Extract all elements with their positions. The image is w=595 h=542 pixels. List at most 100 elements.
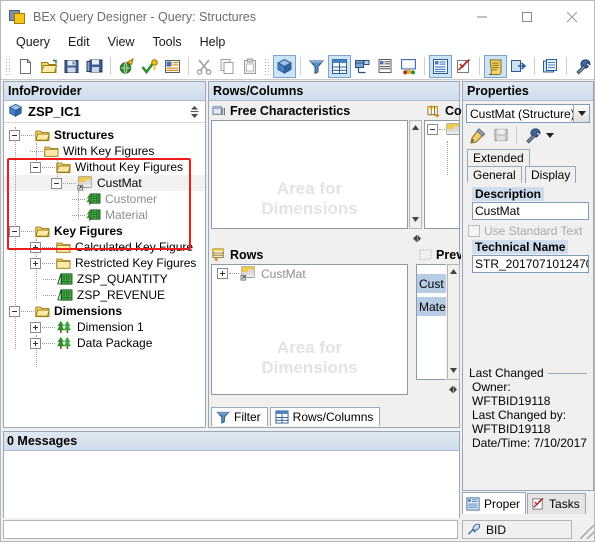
dimension-trees-icon xyxy=(56,336,73,350)
expander-icon[interactable] xyxy=(9,225,20,237)
expander-icon[interactable] xyxy=(51,177,62,189)
scissors-icon[interactable] xyxy=(193,55,216,78)
expander-icon[interactable] xyxy=(30,241,41,253)
rows-icon xyxy=(212,248,226,262)
preview-cell-customer[interactable]: Cust xyxy=(417,274,446,293)
documents-stack-icon[interactable] xyxy=(539,55,562,78)
rows-item-custmat[interactable]: CustMat xyxy=(212,265,407,282)
preview-hscroll[interactable] xyxy=(445,382,461,396)
tree-node-without-key-figures[interactable]: Without Key Figures xyxy=(4,159,205,175)
blue-cube-icon[interactable] xyxy=(273,54,296,78)
folder-icon xyxy=(56,257,71,270)
preview-scrollbar[interactable] xyxy=(447,264,460,380)
check-key-icon[interactable] xyxy=(138,55,161,78)
expander-icon[interactable] xyxy=(30,161,41,173)
save-disk-icon[interactable] xyxy=(490,125,511,145)
properties-panel-icon xyxy=(466,496,480,511)
tree-node-data-package[interactable]: Data Package xyxy=(4,335,205,351)
menu-item-help[interactable]: Help xyxy=(191,33,235,51)
columns-dropzone[interactable] xyxy=(424,120,460,229)
group-divider xyxy=(547,372,587,374)
scroll-down-icon[interactable] xyxy=(410,213,421,226)
monitor-preview-icon[interactable] xyxy=(397,55,420,78)
tab-display[interactable]: Display xyxy=(525,166,577,183)
free-characteristics-dropzone[interactable]: Area for Dimensions xyxy=(211,120,408,229)
technical-name-field[interactable]: STR_20170710124709 xyxy=(472,255,589,273)
tree-node-structures[interactable]: Structures xyxy=(4,127,205,143)
wrench-settings-icon[interactable] xyxy=(571,55,594,78)
where-used-arrow-icon[interactable] xyxy=(507,55,530,78)
properties-object-combo[interactable]: CustMat (Structure) xyxy=(466,104,590,123)
tree-node-calculated-key-figure[interactable]: Calculated Key Figure xyxy=(4,239,205,255)
funnel-filter-icon[interactable] xyxy=(305,55,328,78)
scroll-up-icon[interactable] xyxy=(410,121,421,134)
expander-icon[interactable] xyxy=(427,124,438,135)
properties-panel-icon[interactable] xyxy=(429,54,452,78)
toolbar-grip-2[interactable] xyxy=(263,56,270,76)
columns-item[interactable] xyxy=(425,121,459,138)
menu-item-query[interactable]: Query xyxy=(7,33,59,51)
expander-icon[interactable] xyxy=(30,257,41,269)
maximize-icon[interactable] xyxy=(504,1,549,32)
messages-scroll-icon[interactable] xyxy=(484,54,507,78)
updown-spinner-icon[interactable] xyxy=(188,104,201,119)
tab-general[interactable]: General xyxy=(467,166,522,183)
description-field[interactable]: CustMat xyxy=(472,202,589,220)
preview-dropzone[interactable]: Cust Mate xyxy=(416,264,446,380)
dock-tab-tasks[interactable]: Tasks xyxy=(527,493,586,514)
save-disk-icon[interactable] xyxy=(60,55,83,78)
tab-extended[interactable]: Extended xyxy=(467,149,530,166)
free-characteristics-hscroll[interactable] xyxy=(409,231,425,245)
columns-title: Columns xyxy=(424,102,464,120)
minimize-icon[interactable] xyxy=(459,1,504,32)
expander-icon[interactable] xyxy=(30,321,41,333)
rows-dropzone[interactable]: CustMat Area for Dimensions xyxy=(211,264,408,395)
menu-item-tools[interactable]: Tools xyxy=(143,33,190,51)
preview-cell-material[interactable]: Mate xyxy=(417,297,446,316)
properties-settings-caret-icon[interactable] xyxy=(545,124,554,147)
open-folder-icon[interactable] xyxy=(37,55,60,78)
tasks-checklist-icon[interactable] xyxy=(452,55,475,78)
wrench-settings-icon[interactable] xyxy=(522,125,543,145)
resize-grip-icon[interactable] xyxy=(580,525,594,539)
close-icon[interactable] xyxy=(549,1,594,32)
tree-node-zsp-quantity[interactable]: ZSP_QUANTITY xyxy=(4,271,205,287)
tree-node-material[interactable]: Material xyxy=(4,207,205,223)
chevron-down-icon[interactable] xyxy=(573,105,589,122)
tree-node-custmat[interactable]: CustMat xyxy=(4,175,205,191)
new-document-icon[interactable] xyxy=(14,55,37,78)
expander-icon[interactable] xyxy=(217,268,228,279)
copy-pages-icon[interactable] xyxy=(216,55,239,78)
tree-node-customer[interactable]: Customer xyxy=(4,191,205,207)
tree-node-zsp-revenue[interactable]: ZSP_REVENUE xyxy=(4,287,205,303)
expander-icon[interactable] xyxy=(9,129,20,141)
tree-node-restricted-key-figures[interactable]: Restricted Key Figures xyxy=(4,255,205,271)
scroll-down-icon[interactable] xyxy=(448,364,459,377)
tree-node-key-figures[interactable]: Key Figures xyxy=(4,223,205,239)
tab-rows-columns[interactable]: Rows/Columns xyxy=(269,407,381,426)
scroll-up-icon[interactable] xyxy=(448,265,459,278)
status-connection-cell[interactable]: BID xyxy=(462,520,572,539)
dock-tab-properties[interactable]: Proper xyxy=(462,492,527,514)
expander-icon[interactable] xyxy=(30,337,41,349)
menu-item-view[interactable]: View xyxy=(99,33,144,51)
free-characteristics-scrollbar[interactable] xyxy=(409,120,422,229)
menu-item-edit[interactable]: Edit xyxy=(59,33,99,51)
conditions-flag-icon[interactable] xyxy=(351,55,374,78)
exceptions-list-icon[interactable] xyxy=(374,55,397,78)
clipboard-paste-icon[interactable] xyxy=(239,55,262,78)
tree-node-dimensions[interactable]: Dimensions xyxy=(4,303,205,319)
tree-node-with-key-figures[interactable]: With Key Figures xyxy=(4,143,205,159)
tab-filter[interactable]: Filter xyxy=(211,407,268,426)
globe-arrow-icon[interactable] xyxy=(115,55,138,78)
use-standard-text-checkbox[interactable]: Use Standard Text xyxy=(468,224,593,238)
tree-node-dimension-1[interactable]: Dimension 1 xyxy=(4,319,205,335)
tab-display-label: Display xyxy=(531,168,571,182)
expander-icon[interactable] xyxy=(9,305,20,317)
rows-columns-grid-icon[interactable] xyxy=(328,54,351,78)
pencil-edit-icon[interactable] xyxy=(467,125,488,145)
save-as-disk-icon[interactable] xyxy=(83,55,106,78)
toolbar-grip[interactable] xyxy=(4,56,11,76)
infoprovider-tree[interactable]: Structures With Key Figures Without Key … xyxy=(4,123,205,445)
query-properties-icon[interactable] xyxy=(161,55,184,78)
